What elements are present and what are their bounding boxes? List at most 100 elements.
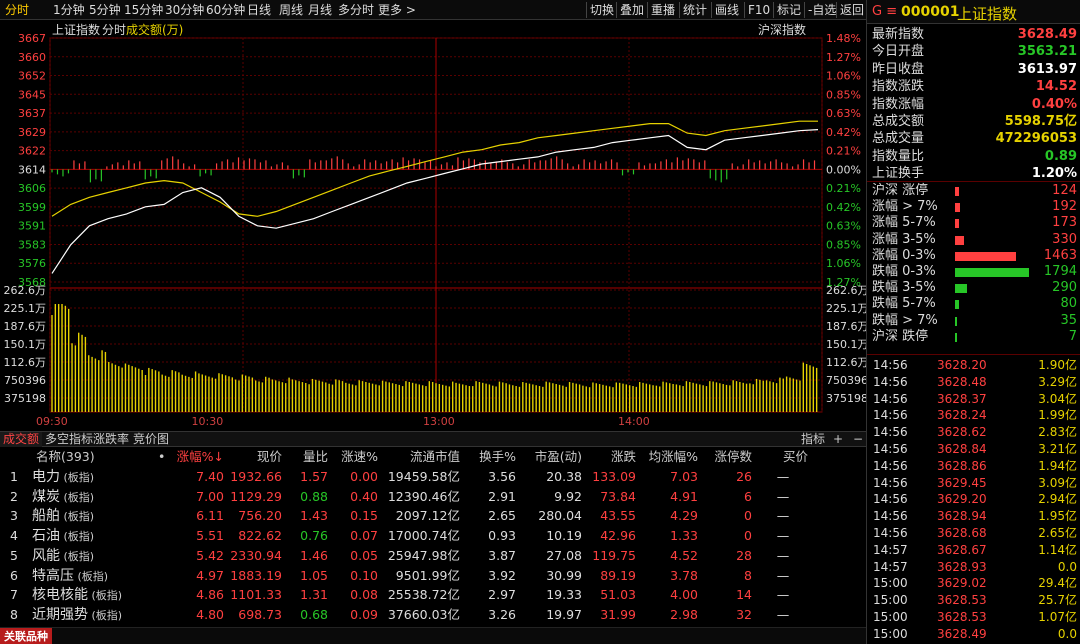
cell-zt: 0: [744, 528, 752, 544]
tool-button-3[interactable]: 统计: [683, 2, 707, 18]
tick-row[interactable]: 14:56 3628.84 3.21亿: [867, 441, 1080, 457]
tool-button-6[interactable]: 标记: [777, 2, 801, 18]
stat-value: 3563.21: [1017, 44, 1077, 60]
tick-row[interactable]: 14:56 3628.68 2.65亿: [867, 525, 1080, 541]
column-header-12[interactable]: 买价: [758, 447, 808, 467]
period-tab-7[interactable]: 周线: [279, 2, 303, 18]
intraday-chart[interactable]: 3667 1.48% 3660 1.27% 3652 1.06% 3645 0.85% 3637…: [0, 20, 867, 431]
cell-price: 756.20: [238, 508, 282, 524]
column-header-9[interactable]: 涨跌: [592, 447, 636, 467]
table-row[interactable]: 8 近期强势 (板指) 4.80 698.73 0.68 0.09 37660.03亿 3.2…: [0, 605, 866, 625]
column-header-10[interactable]: 均涨幅%: [640, 447, 698, 467]
period-tab-9[interactable]: 多分时: [338, 2, 374, 18]
volume-tick-label-right: 150.1万: [826, 338, 866, 351]
code-prefix[interactable]: G ≡: [872, 4, 897, 19]
tool-button-4[interactable]: 画线: [715, 2, 739, 18]
indicator-control-0[interactable]: 指标: [798, 432, 828, 447]
column-header-11[interactable]: 涨停数: [706, 447, 752, 467]
tick-row[interactable]: 14:56 3628.24 1.99亿: [867, 407, 1080, 423]
tick-row[interactable]: 14:57 3628.67 1.14亿: [867, 542, 1080, 558]
indicator-control-2[interactable]: −: [850, 432, 866, 447]
cell-pe: 30.99: [546, 567, 582, 583]
period-tab-4[interactable]: 30分钟: [165, 2, 204, 18]
table-row[interactable]: 6 特高压 (板指) 4.97 1883.19 1.05 0.10 9501.99亿 3.92…: [0, 566, 866, 586]
volume-tick-label: 750396: [4, 374, 46, 387]
period-tab-8[interactable]: 月线: [308, 2, 332, 18]
period-tab-3[interactable]: 15分钟: [124, 2, 163, 18]
tick-row[interactable]: 14:57 3628.93 0.0: [867, 559, 1080, 575]
tick-row[interactable]: 14:56 3628.86 1.94亿: [867, 458, 1080, 474]
tool-button-8[interactable]: 返回: [840, 2, 864, 18]
tool-button-1[interactable]: 叠加: [620, 2, 644, 18]
distribution-label: 跌幅 > 7%: [872, 312, 938, 328]
column-header-2[interactable]: 涨幅%↓: [176, 447, 224, 467]
tick-price: 3628.20: [937, 358, 987, 372]
indicator-tab-1[interactable]: 多空指标: [42, 432, 96, 447]
sector-tag: (板指): [88, 589, 123, 603]
tick-row[interactable]: 14:56 3628.48 3.29亿: [867, 374, 1080, 390]
table-row[interactable]: 4 石油 (板指) 5.51 822.62 0.76 0.07 17000.74亿 0.93 1…: [0, 526, 866, 546]
sector-name: 特高压: [32, 567, 74, 584]
column-header-0[interactable]: 名称(393): [36, 447, 96, 467]
cell-cap: 12390.46亿: [387, 488, 460, 504]
indicator-tab-0[interactable]: 成交额: [0, 432, 43, 447]
distribution-label: 涨幅 3-5%: [872, 231, 936, 247]
tool-button-7[interactable]: -自选: [808, 2, 836, 18]
cell-cap: 19459.58亿: [387, 469, 460, 484]
tick-row[interactable]: 15:00 3628.53 25.7亿: [867, 592, 1080, 608]
cell-cap: 25538.72亿: [387, 587, 460, 603]
tool-button-0[interactable]: 切换: [590, 2, 614, 18]
table-row[interactable]: 3 船舶 (板指) 6.11 756.20 1.43 0.15 2097.12亿 2.65 28…: [0, 506, 866, 526]
tick-row[interactable]: 15:00 3628.53 1.07亿: [867, 609, 1080, 625]
tick-row[interactable]: 14:56 3628.94 1.95亿: [867, 508, 1080, 524]
stat-label: 总成交量: [872, 131, 925, 147]
distribution-label: 跌幅 0-3%: [872, 264, 936, 279]
tick-row[interactable]: 15:00 3629.02 29.4亿: [867, 575, 1080, 591]
tick-time: 14:57: [873, 559, 908, 574]
tick-row[interactable]: 14:56 3628.37 3.04亿: [867, 391, 1080, 407]
price-tick-label: 3629: [18, 126, 46, 139]
pct-tick-label: 0.42%: [826, 201, 861, 214]
column-header-7[interactable]: 换手%: [468, 447, 516, 467]
column-header-8[interactable]: 市盈(动): [520, 447, 582, 467]
column-header-5[interactable]: 涨速%: [334, 447, 378, 467]
column-header-1[interactable]: •: [158, 447, 168, 467]
period-tab-6[interactable]: 日线: [247, 2, 271, 18]
tick-volume: 2.83亿: [1038, 425, 1077, 440]
period-tab-1[interactable]: 1分钟: [53, 2, 85, 18]
period-tab-5[interactable]: 60分钟: [206, 2, 245, 18]
cell-turn: 3.87: [488, 547, 516, 563]
tool-button-2[interactable]: 重播: [651, 2, 675, 18]
indicator-tab-2[interactable]: 涨跌率: [90, 432, 132, 447]
related-products-button[interactable]: 关联品种: [0, 628, 52, 644]
stat-label: 今日开盘: [872, 44, 925, 60]
table-row[interactable]: 7 核电核能 (板指) 4.86 1101.33 1.31 0.08 25538.72亿 2.…: [0, 585, 866, 605]
period-tab-10[interactable]: 更多 >: [378, 2, 416, 18]
column-header-4[interactable]: 量比: [288, 447, 328, 467]
indicator-tab-3[interactable]: 竞价图: [130, 432, 172, 447]
tick-row[interactable]: 14:56 3629.45 3.09亿: [867, 475, 1080, 491]
pct-tick-label: 1.27%: [826, 51, 861, 64]
stat-row: 最新指数 3628.49: [867, 26, 1080, 43]
tool-button-5[interactable]: F10: [748, 2, 770, 18]
sector-tag: (板指): [88, 608, 123, 622]
cell-bid: —: [776, 567, 790, 583]
column-header-6[interactable]: 流通市值: [384, 447, 460, 467]
table-row[interactable]: 5 风能 (板指) 5.42 2330.94 1.46 0.05 25947.98亿 3.87…: [0, 546, 866, 566]
chart-canvas[interactable]: 3667 1.48% 3660 1.27% 3652 1.06% 3645 0.85% 3637…: [0, 20, 867, 431]
stat-value: 3628.49: [1017, 27, 1077, 42]
tick-row[interactable]: 14:56 3628.20 1.90亿: [867, 357, 1080, 373]
row-index: 2: [10, 488, 18, 504]
tick-row[interactable]: 14:56 3628.62 2.83亿: [867, 424, 1080, 440]
table-row[interactable]: 1 电力 (板指) 7.40 1932.66 1.57 0.00 19459.58亿 3.56…: [0, 467, 866, 487]
volume-tick-label-right: 225.1万: [826, 302, 866, 315]
table-row[interactable]: 2 煤炭 (板指) 7.00 1129.29 0.88 0.40 12390.46亿 2.91…: [0, 487, 866, 507]
stock-name: 上证指数: [957, 5, 1018, 23]
tick-row[interactable]: 14:56 3629.20 2.94亿: [867, 491, 1080, 507]
indicator-control-1[interactable]: +: [830, 432, 846, 447]
tick-time: 14:56: [873, 358, 908, 372]
column-header-3[interactable]: 现价: [228, 447, 282, 467]
tick-row[interactable]: 15:00 3628.49 0.0: [867, 626, 1080, 642]
period-tab-2[interactable]: 5分钟: [89, 2, 121, 18]
period-tab-0[interactable]: 分时: [5, 2, 29, 18]
